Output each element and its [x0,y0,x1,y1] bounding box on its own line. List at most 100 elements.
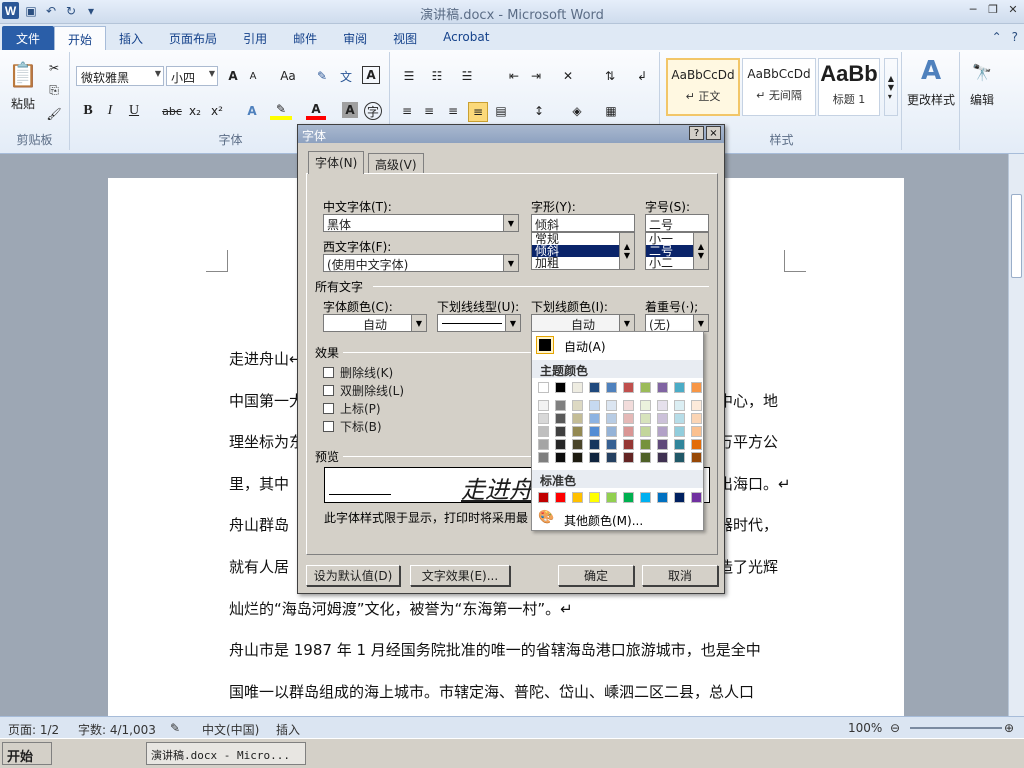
strikethrough-button[interactable]: abc [160,102,184,120]
font-size-combo[interactable]: 小四 ▼ [166,66,218,86]
tab-file[interactable]: 文件 [2,26,55,50]
set-default-button[interactable]: 设为默认值(D) [306,565,400,586]
color-swatch[interactable] [538,492,549,503]
change-styles-icon[interactable]: A [916,56,946,86]
zoom-out-icon[interactable]: ⊖ [890,721,900,735]
color-swatch[interactable] [606,439,617,450]
distributed-icon[interactable]: ▤ [492,102,510,120]
color-swatch[interactable] [538,439,549,450]
color-swatch[interactable] [657,452,668,463]
phonetic-guide-icon[interactable]: 文 [336,68,356,84]
char-shading-icon[interactable]: A [342,102,358,118]
font-color-icon[interactable]: A [306,102,326,120]
change-case-button[interactable]: Aa [276,68,300,84]
editing-button[interactable]: 编辑 [964,92,1000,107]
color-swatch[interactable] [691,400,702,411]
increase-indent-icon[interactable]: ⇥ [526,68,546,84]
color-swatch[interactable] [589,413,600,424]
style-heading-1[interactable]: AaBb 标题 1 [818,58,880,116]
color-swatch[interactable] [555,426,566,437]
subscript-button[interactable]: x₂ [186,102,204,120]
taskbar-word-button[interactable]: 演讲稿.docx - Micro... [146,742,306,765]
color-swatch[interactable] [606,426,617,437]
highlight-icon[interactable]: ✎ [270,102,292,120]
superscript-checkbox[interactable]: 上标(P) [323,400,381,417]
checkbox-box[interactable] [323,385,334,396]
shading-icon[interactable]: ◈ [566,102,588,120]
numbering-icon[interactable]: ☷ [426,68,448,84]
color-swatch[interactable] [640,426,651,437]
color-swatch[interactable] [691,413,702,424]
dialog-help-button[interactable]: ? [689,126,704,140]
color-swatch[interactable] [572,413,583,424]
color-swatch[interactable] [640,413,651,424]
enclose-char-icon[interactable]: 字 [364,102,382,120]
chinese-font-select[interactable]: 黑体 ▼ [323,214,519,232]
color-swatch[interactable] [538,400,549,411]
color-swatch[interactable] [606,413,617,424]
color-swatch[interactable] [623,413,634,424]
auto-color-label[interactable]: 自动(A) [564,338,606,355]
dialog-close-button[interactable]: × [706,126,721,140]
superscript-button[interactable]: x² [208,102,226,120]
color-swatch[interactable] [606,400,617,411]
paste-button[interactable]: 粘贴 [6,96,40,111]
color-swatch[interactable] [657,400,668,411]
style-no-spacing[interactable]: AaBbCcDd ↵ 无间隔 [742,58,816,116]
color-swatch[interactable] [589,426,600,437]
font-style-input[interactable]: 倾斜 [531,214,635,232]
color-swatch[interactable] [572,452,583,463]
tab-font[interactable]: 字体(N) [308,151,365,174]
color-swatch[interactable] [538,452,549,463]
color-swatch[interactable] [674,400,685,411]
find-icon[interactable]: 🔭 [970,60,994,84]
strikethrough-checkbox[interactable]: 删除线(K) [323,364,393,381]
text-effects-icon[interactable]: A [242,102,262,120]
styles-scroll-icon[interactable]: ▲ ▼ ▾ [884,58,898,116]
color-swatch[interactable] [589,439,600,450]
align-left-icon[interactable]: ≡ [398,102,416,120]
color-swatch[interactable] [555,452,566,463]
subscript-checkbox[interactable]: 下标(B) [323,418,382,435]
list-scroll-icon[interactable]: ▲ ▼ [693,233,708,269]
color-swatch[interactable] [640,452,651,463]
color-swatch[interactable] [623,452,634,463]
color-swatch[interactable] [606,382,617,393]
tab-view[interactable]: 视图 [380,26,430,50]
double-strikethrough-checkbox[interactable]: 双删除线(L) [323,382,404,399]
color-swatch[interactable] [674,426,685,437]
zoom-slider[interactable] [910,727,1002,729]
word-count[interactable]: 字数: 4/1,003 [78,721,156,738]
tab-home[interactable]: 开始 [54,26,107,50]
color-swatch[interactable] [572,492,583,503]
tab-page-layout[interactable]: 页面布局 [156,26,230,50]
char-border-icon[interactable]: A [362,66,380,84]
font-size-list[interactable]: 小一 二号 小二 ▲ ▼ [645,232,709,270]
auto-color-swatch[interactable] [536,336,554,354]
color-swatch[interactable] [606,492,617,503]
tab-review[interactable]: 审阅 [330,26,380,50]
font-style-list[interactable]: 常规 倾斜 加粗 ▲ ▼ [531,232,635,270]
more-colors-link[interactable]: 其他颜色(M)... [564,512,643,529]
align-right-icon[interactable]: ≡ [444,102,462,120]
color-swatch[interactable] [691,382,702,393]
italic-button[interactable]: I [102,102,118,120]
zoom-in-icon[interactable]: ⊕ [1004,721,1014,735]
color-swatch[interactable] [572,426,583,437]
color-swatch[interactable] [623,400,634,411]
color-swatch[interactable] [589,452,600,463]
checkbox-box[interactable] [323,367,334,378]
color-swatch[interactable] [657,382,668,393]
color-swatch[interactable] [691,426,702,437]
scrollbar-thumb[interactable] [1011,194,1022,278]
collapse-ribbon-icon[interactable]: ⌃ [992,30,1002,44]
start-button[interactable]: 开始 [2,742,52,765]
color-swatch[interactable] [691,452,702,463]
bold-button[interactable]: B [80,102,96,120]
underline-color-select[interactable]: 自动 ▼ [531,314,635,332]
proofing-icon[interactable]: ✎ [170,721,180,735]
justify-icon[interactable]: ≡ [468,102,488,122]
color-swatch[interactable] [640,492,651,503]
color-swatch[interactable] [589,492,600,503]
color-swatch[interactable] [538,413,549,424]
